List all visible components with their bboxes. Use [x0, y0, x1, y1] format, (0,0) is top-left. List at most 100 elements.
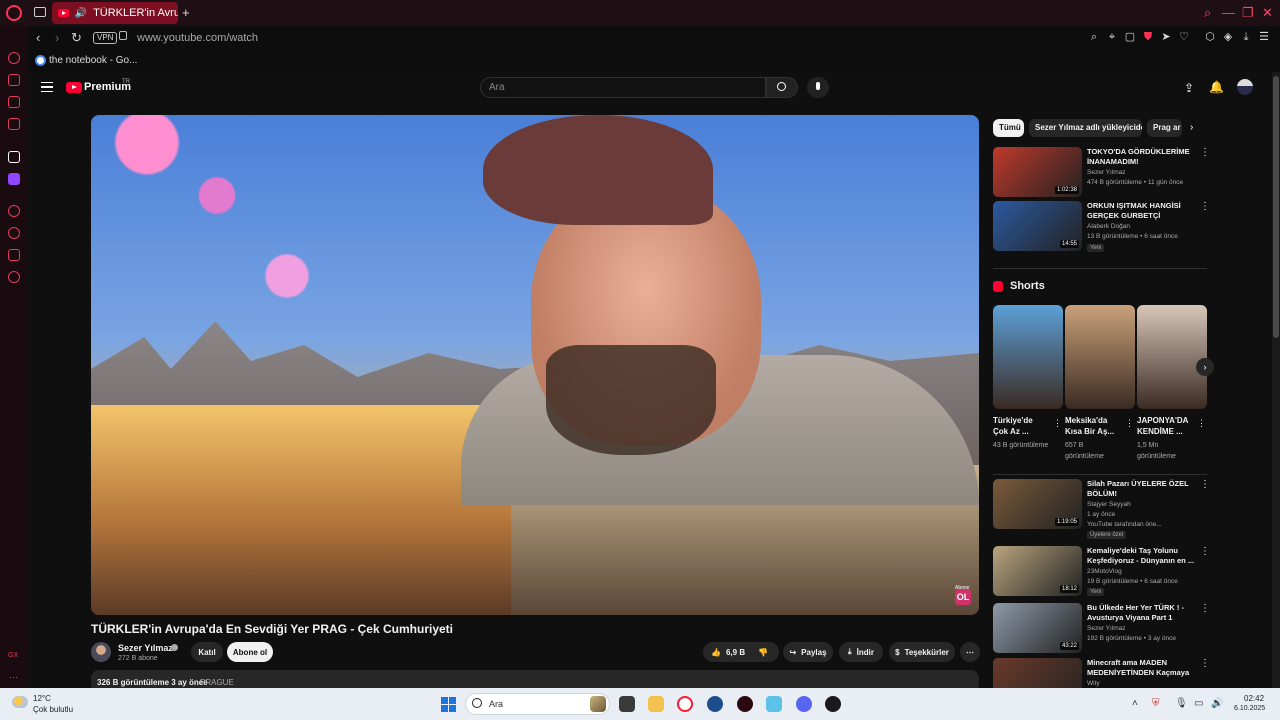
extension-icon[interactable]: [8, 151, 20, 163]
search-input[interactable]: Ara: [480, 77, 766, 98]
forward-button[interactable]: ›: [55, 30, 59, 45]
file-explorer-icon[interactable]: [648, 696, 664, 712]
wallet-icon[interactable]: ◈: [1222, 31, 1234, 43]
chip-uploader[interactable]: Sezer Yılmaz adlı yükleyiciden: [1029, 119, 1142, 137]
opera-gx-icon[interactable]: [677, 696, 693, 712]
chip-next-icon[interactable]: ›: [1190, 122, 1193, 133]
speed-dial-icon[interactable]: [8, 52, 20, 64]
aria-icon[interactable]: [8, 74, 20, 86]
network-tray-icon[interactable]: ▭: [1194, 698, 1203, 709]
rec-thumbnail[interactable]: 1:19:05: [993, 479, 1082, 529]
clock-date[interactable]: 6.10.2025: [1234, 705, 1265, 712]
send-icon[interactable]: ➤: [1160, 31, 1172, 43]
short-title[interactable]: Türkiye'de Çok Az ...: [993, 415, 1049, 437]
gx-icon[interactable]: GX: [8, 652, 18, 659]
rec-channel[interactable]: Sezer Yılmaz: [1087, 625, 1126, 632]
short-thumbnail[interactable]: [993, 305, 1063, 409]
chip-all[interactable]: Tümü: [993, 119, 1024, 137]
steam-icon[interactable]: [707, 696, 723, 712]
upload-icon[interactable]: ⇪: [1184, 81, 1194, 95]
rec-channel[interactable]: Wity: [1087, 680, 1100, 687]
chip-prague[interactable]: Prag ar: [1147, 119, 1182, 137]
rec-channel[interactable]: Alaberk Doğan: [1087, 223, 1130, 230]
adblock-icon[interactable]: ⛊: [1142, 31, 1154, 43]
rec-more-icon[interactable]: ⋮: [1200, 147, 1210, 158]
short-more-icon[interactable]: ⋮: [1197, 418, 1206, 429]
tray-overflow-icon[interactable]: ˄: [1132, 698, 1138, 709]
short-more-icon[interactable]: ⋮: [1053, 418, 1062, 429]
pinboard-icon[interactable]: [8, 249, 20, 261]
rec-title[interactable]: ORKUN IŞITMAK HANGİSİ GERÇEK GURBETÇİ İZ…: [1087, 201, 1195, 221]
messenger-icon[interactable]: [8, 96, 20, 108]
download-button[interactable]: ⤓ İndir: [839, 642, 883, 662]
rec-title[interactable]: Silah Pazarı ÜYELERE ÖZEL BÖLÜM!: [1087, 479, 1195, 499]
rec-more-icon[interactable]: ⋮: [1200, 603, 1210, 614]
rec-channel[interactable]: 23MotoVlog: [1087, 568, 1122, 575]
shorts-next-icon[interactable]: ›: [1196, 358, 1214, 376]
easy-setup-icon[interactable]: ☰: [1258, 31, 1270, 43]
rec-more-icon[interactable]: ⋮: [1200, 658, 1210, 669]
rec-channel[interactable]: Stajyer Seyyah: [1087, 501, 1131, 508]
rec-title[interactable]: Kemaliye'deki Taş Yolunu Keşfediyoruz - …: [1087, 546, 1195, 566]
rec-thumbnail[interactable]: 43:22: [993, 603, 1082, 653]
app-red-icon[interactable]: [737, 696, 753, 712]
rec-thumbnail[interactable]: 18:12: [993, 546, 1082, 596]
youtube-logo-icon[interactable]: [66, 82, 82, 93]
short-thumbnail[interactable]: [1065, 305, 1135, 409]
antivirus-tray-icon[interactable]: ⛨: [1152, 698, 1160, 709]
extensions-icon[interactable]: ⬡: [1204, 31, 1216, 43]
weather-cloud-icon[interactable]: [12, 696, 28, 708]
settings-gear-icon[interactable]: [8, 271, 20, 283]
heart-icon[interactable]: ♡: [1178, 31, 1190, 43]
subscribe-button[interactable]: Abone ol: [227, 642, 273, 662]
tab-search-icon[interactable]: ⌕: [1204, 5, 1211, 21]
account-avatar[interactable]: [1237, 79, 1253, 95]
task-view-icon[interactable]: [619, 696, 635, 712]
video-player[interactable]: Abone OL: [91, 115, 979, 615]
weather-temperature[interactable]: 12°C: [33, 694, 51, 703]
sidebar-more-icon[interactable]: ⋯: [9, 672, 18, 683]
url-field[interactable]: www.youtube.com/watch: [137, 32, 258, 44]
weather-description[interactable]: Çok bulutlu: [33, 705, 73, 714]
search-highlight-icon[interactable]: [590, 696, 606, 712]
clock-time[interactable]: 02:42: [1244, 694, 1264, 703]
join-button[interactable]: Katıl: [191, 642, 223, 662]
speaker-icon[interactable]: 🔊: [75, 8, 87, 19]
channel-name[interactable]: Sezer Yılmaz: [118, 643, 173, 653]
more-actions-button[interactable]: ⋯: [960, 642, 980, 662]
zoom-icon[interactable]: ⌕: [1088, 31, 1100, 43]
share-button[interactable]: ↪ Paylaş: [783, 642, 833, 662]
mail-icon[interactable]: [8, 118, 20, 130]
location-tag[interactable]: PRAGUE: [200, 678, 234, 687]
lock-icon[interactable]: [119, 31, 127, 40]
new-tab-button[interactable]: +: [182, 6, 190, 19]
scrollbar-thumb[interactable]: [1273, 76, 1279, 338]
player-icon[interactable]: [8, 205, 20, 217]
rec-title[interactable]: TOKYO'DA GÖRDÜKLERİME İNANAMADIM!: [1087, 147, 1195, 167]
short-thumbnail[interactable]: [1137, 305, 1207, 409]
bookmark-item[interactable]: the notebook - Go...: [49, 55, 137, 66]
channel-avatar[interactable]: [91, 642, 111, 662]
volume-tray-icon[interactable]: 🔊: [1211, 698, 1223, 709]
thumbs-up-icon[interactable]: 👍: [711, 648, 721, 657]
thumbs-down-icon[interactable]: 👎: [758, 648, 768, 657]
history-icon[interactable]: [8, 227, 20, 239]
download-icon[interactable]: ⤓: [1240, 31, 1252, 43]
notifications-bell-icon[interactable]: 🔔: [1209, 80, 1224, 94]
pin-icon[interactable]: ⌖: [1106, 31, 1118, 43]
short-title[interactable]: JAPONYA'DA KENDİME ...: [1137, 415, 1193, 437]
hamburger-menu-icon[interactable]: [41, 82, 53, 92]
rec-title[interactable]: Minecraft ama MADEN MEDENİYETİNDEN Kaçma…: [1087, 658, 1195, 678]
subscribe-watermark[interactable]: OL: [955, 589, 971, 605]
discord-icon[interactable]: [796, 696, 812, 712]
short-title[interactable]: Meksika'da Kısa Bir Aş...: [1065, 415, 1121, 437]
short-more-icon[interactable]: ⋮: [1125, 418, 1134, 429]
windows-start-icon[interactable]: [441, 697, 456, 712]
maximize-button[interactable]: ❐: [1242, 5, 1254, 21]
rec-more-icon[interactable]: ⋮: [1200, 201, 1210, 212]
twitch-icon[interactable]: [8, 173, 20, 185]
vpn-badge[interactable]: VPN: [93, 32, 118, 44]
thanks-button[interactable]: $ Teşekkürler: [889, 642, 955, 662]
tab-islands-icon[interactable]: [34, 7, 46, 17]
minimize-button[interactable]: —: [1222, 5, 1235, 20]
